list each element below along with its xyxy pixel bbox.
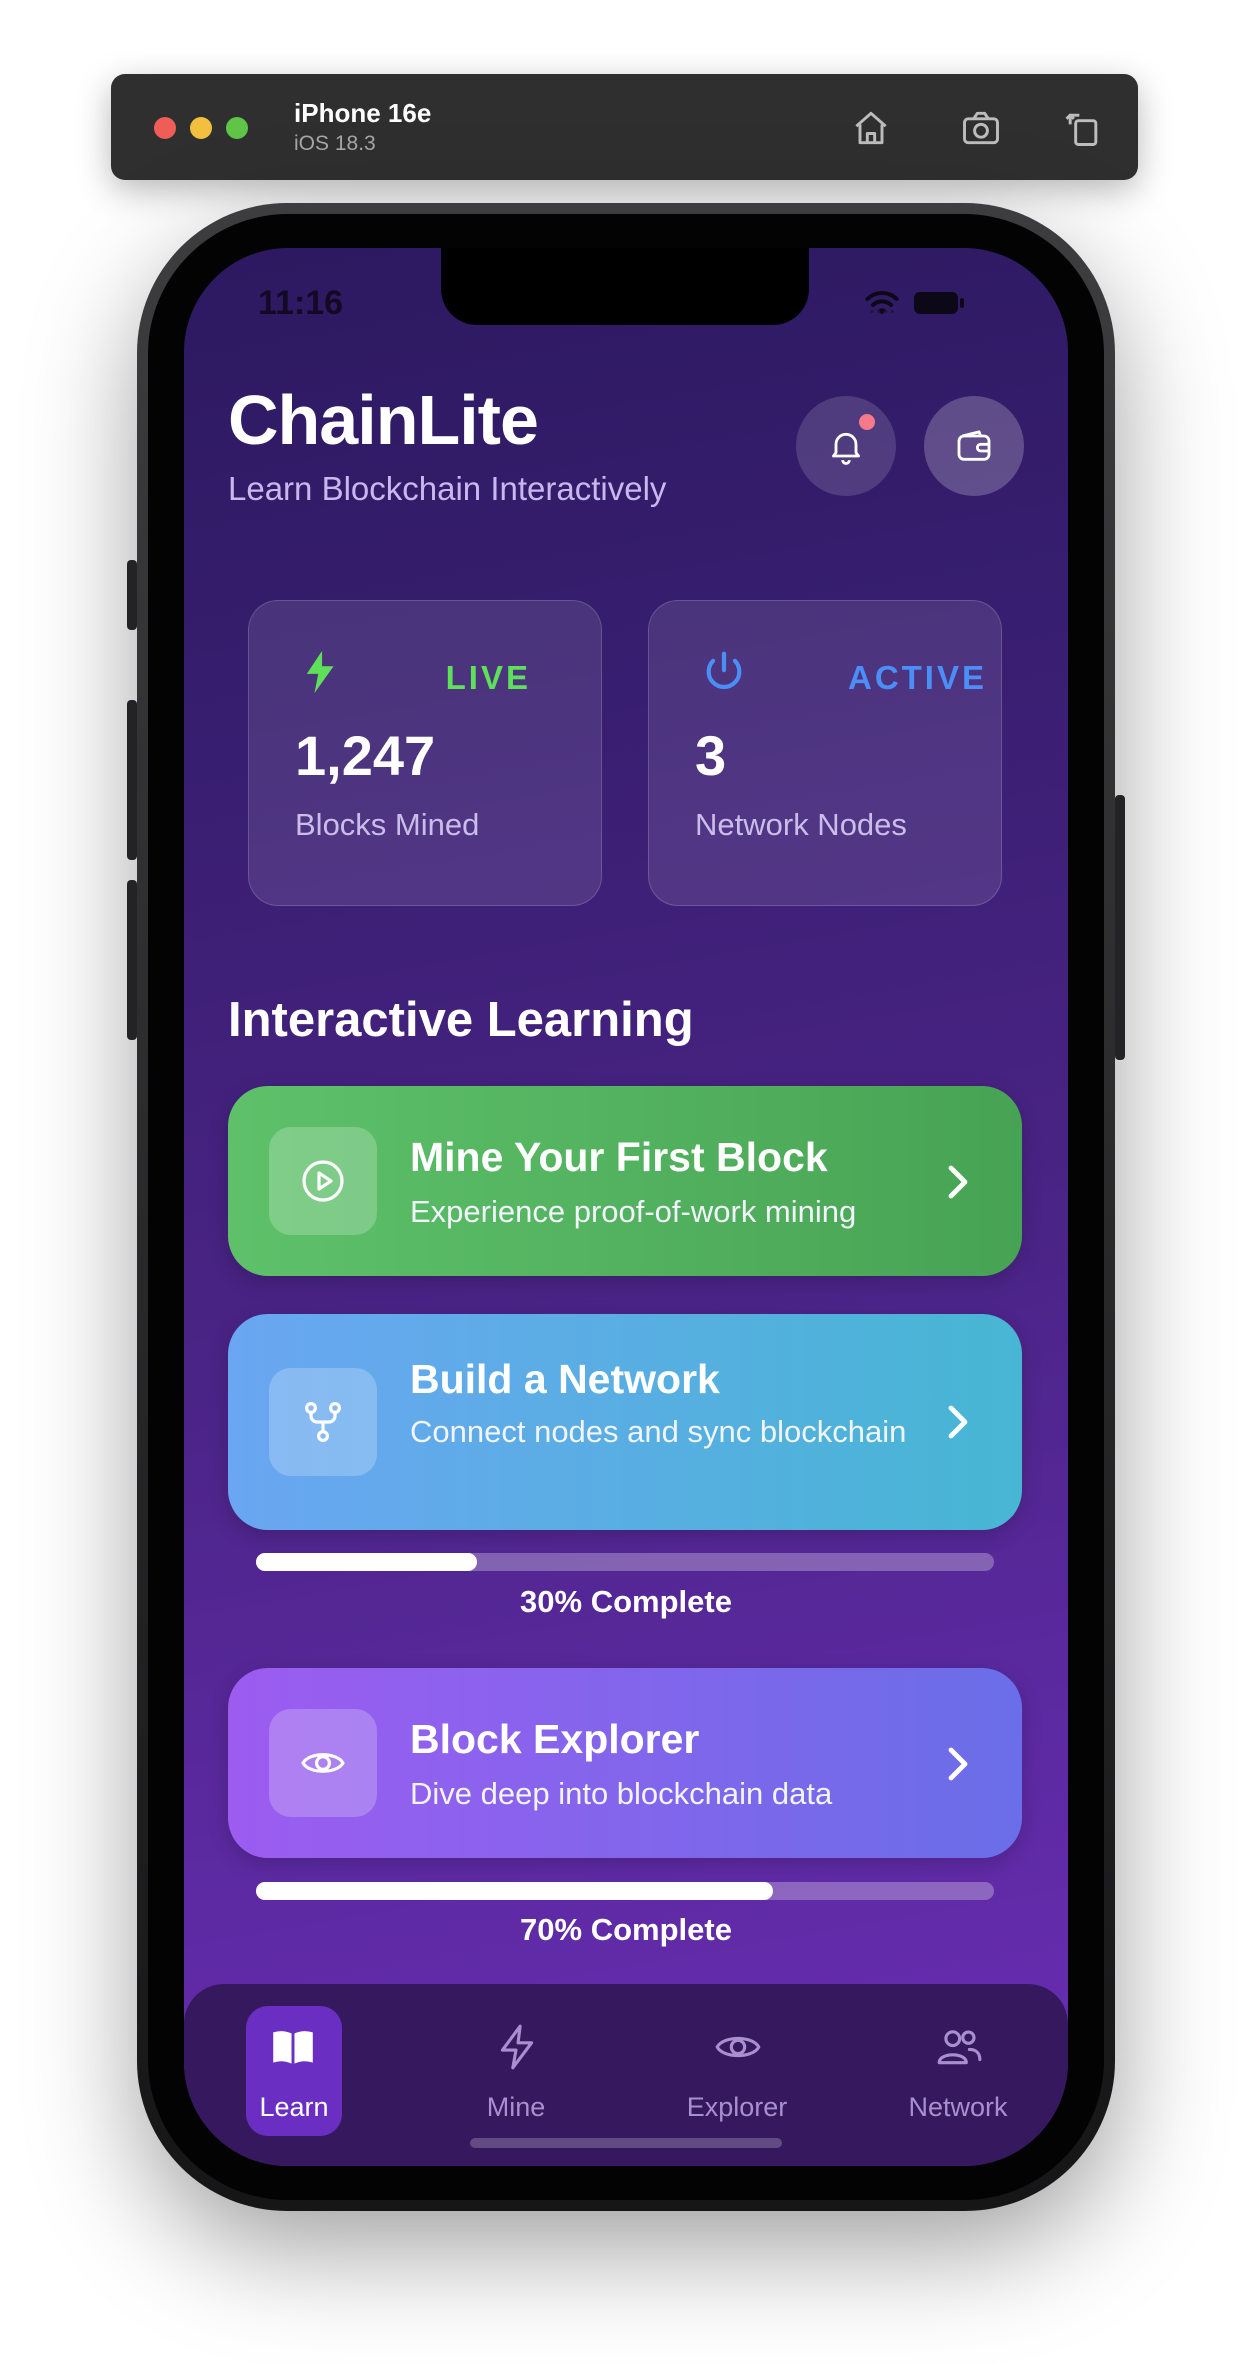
blocks-mined-label: Blocks Mined: [295, 807, 480, 842]
minimize-window-button[interactable]: [190, 117, 212, 139]
screenshot-icon[interactable]: [959, 106, 1003, 150]
eye-icon: [301, 1753, 345, 1773]
course-card-build-network[interactable]: Build a Network Connect nodes and sync b…: [228, 1314, 1022, 1530]
course-description: Connect nodes and sync blockchain: [410, 1414, 907, 1449]
bolt-icon: [500, 2024, 534, 2070]
play-circle-icon: [302, 1160, 344, 1202]
app-title: ChainLite: [228, 381, 539, 459]
simulator-title-bar: iPhone 16e iOS 18.3: [111, 74, 1138, 180]
course-title: Block Explorer: [410, 1716, 700, 1762]
stat-card-nodes: ACTIVE 3 Network Nodes: [648, 600, 1002, 906]
active-badge: ACTIVE: [847, 659, 987, 696]
tab-explorer[interactable]: Explorer: [677, 2006, 797, 2136]
section-title: Interactive Learning: [228, 993, 694, 1047]
tab-network[interactable]: Network: [898, 2006, 1018, 2136]
chevron-right-icon: [942, 1162, 972, 1202]
power-button: [1115, 795, 1125, 1060]
rotate-icon[interactable]: [1061, 106, 1105, 150]
notch: [441, 248, 809, 325]
power-icon: [701, 649, 747, 695]
app-screen: 11:16 •••• ChainLite Learn Blockchain In…: [184, 248, 1068, 2166]
bolt-icon: [301, 649, 347, 695]
home-indicator[interactable]: [470, 2138, 782, 2148]
app-subtitle: Learn Blockchain Interactively: [228, 470, 667, 507]
battery-tip: [960, 298, 964, 308]
course-icon-box: [269, 1709, 377, 1817]
mute-switch: [127, 560, 137, 630]
wallet-button[interactable]: [924, 396, 1024, 496]
course-description: Experience proof-of-work mining: [410, 1194, 857, 1229]
network-nodes-value: 3: [695, 724, 727, 787]
book-icon: [273, 2031, 313, 2064]
progress-fill: [256, 1553, 478, 1571]
os-version: iOS 18.3: [294, 132, 376, 155]
chevron-right-icon: [942, 1402, 972, 1442]
bell-icon: [832, 432, 860, 465]
course-card-block-explorer[interactable]: Block Explorer Dive deep into blockchain…: [228, 1668, 1022, 1858]
progress-fill: [256, 1882, 773, 1900]
progress-text: 70% Complete: [520, 1912, 732, 1947]
tab-label: Network: [908, 2092, 1008, 2122]
progress-bar-build-network: [256, 1553, 994, 1571]
course-description: Dive deep into blockchain data: [410, 1776, 833, 1811]
battery-icon: [914, 292, 958, 314]
people-icon: [937, 2030, 982, 2065]
stat-card-blocks: LIVE 1,247 Blocks Mined: [248, 600, 602, 906]
notification-badge: [859, 414, 875, 430]
tab-label: Learn: [259, 2092, 329, 2122]
status-time: 11:16: [258, 284, 344, 322]
course-title: Mine Your First Block: [410, 1134, 828, 1180]
volume-down-button: [127, 880, 137, 1040]
signal-icon: ••••: [870, 306, 898, 318]
network-nodes-label: Network Nodes: [695, 807, 907, 842]
volume-up-button: [127, 700, 137, 860]
course-card-mine-block[interactable]: Mine Your First Block Experience proof-o…: [228, 1086, 1022, 1276]
course-title: Build a Network: [410, 1356, 720, 1402]
chevron-right-icon: [942, 1744, 972, 1784]
eye-icon: [715, 2036, 761, 2058]
tab-label: Explorer: [686, 2092, 788, 2122]
device-name: iPhone 16e: [294, 98, 432, 128]
tab-mine[interactable]: Mine: [456, 2006, 576, 2136]
tab-label: Mine: [486, 2092, 546, 2122]
progress-bar-block-explorer: [256, 1882, 994, 1900]
course-icon-box: [269, 1127, 377, 1235]
blocks-mined-value: 1,247: [295, 724, 436, 787]
close-window-button[interactable]: [154, 117, 176, 139]
wallet-icon: [957, 430, 991, 461]
course-icon-box: [269, 1368, 377, 1476]
notifications-button[interactable]: [796, 396, 896, 496]
tab-learn[interactable]: Learn: [246, 2006, 342, 2136]
zoom-window-button[interactable]: [226, 117, 248, 139]
fork-icon: [304, 1401, 342, 1442]
home-icon[interactable]: [849, 106, 893, 150]
live-badge: LIVE: [445, 659, 531, 696]
progress-text: 30% Complete: [520, 1584, 732, 1619]
